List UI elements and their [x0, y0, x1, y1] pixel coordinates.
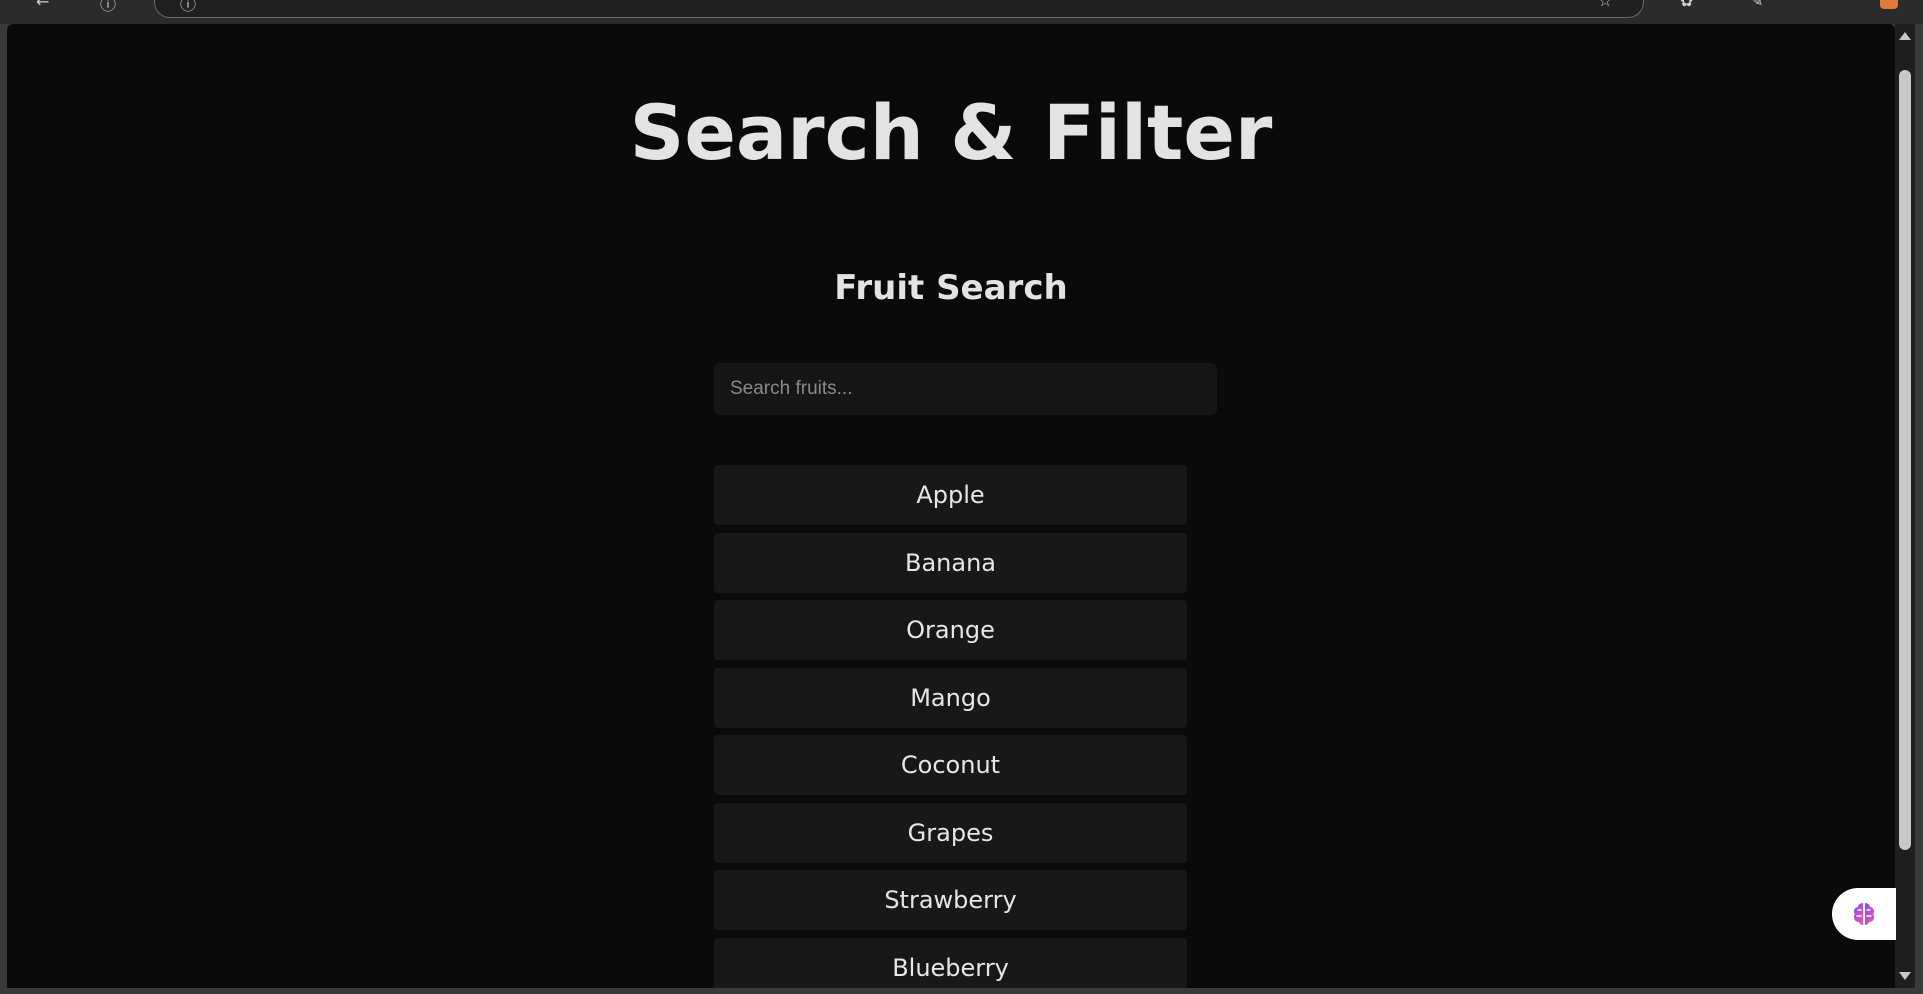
fruit-list-item[interactable]: Strawberry — [714, 870, 1187, 930]
scroll-down-icon[interactable] — [1899, 972, 1911, 980]
search-input[interactable] — [714, 363, 1217, 415]
page-viewport: Search & Filter Fruit Search Apple Banana… — [7, 24, 1895, 988]
address-bar[interactable] — [154, 0, 1644, 18]
section-title: Fruit Search — [834, 268, 1068, 308]
info-icon[interactable]: ⓘ — [100, 0, 116, 15]
fruit-list-item[interactable]: Banana — [714, 532, 1187, 593]
bookmark-star-icon[interactable]: ☆ — [1598, 0, 1612, 10]
profile-icon[interactable] — [1880, 0, 1898, 9]
fruit-list-item[interactable]: Mango — [714, 667, 1187, 728]
extension-icon[interactable]: ✿ — [1680, 0, 1693, 10]
window-frame — [0, 988, 1923, 994]
browser-toolbar: ← ⓘ ⓘ ☆ ✿ ✎ — [0, 0, 1923, 24]
scroll-thumb[interactable] — [1899, 70, 1911, 850]
scroll-up-icon[interactable] — [1899, 32, 1911, 40]
assistant-button[interactable] — [1832, 888, 1896, 940]
back-arrow-icon[interactable]: ← — [36, 0, 49, 11]
fruit-list-item[interactable]: Orange — [714, 600, 1187, 660]
fruit-list-item[interactable]: Blueberry — [714, 937, 1187, 988]
vertical-scrollbar[interactable] — [1895, 24, 1915, 988]
brain-icon — [1854, 903, 1874, 925]
page-title: Search & Filter — [629, 88, 1273, 177]
fruit-list: Apple Banana Orange Mango Coconut Grapes Straw… — [714, 465, 1187, 988]
edit-icon[interactable]: ✎ — [1750, 0, 1763, 10]
fruit-list-item[interactable]: Coconut — [714, 735, 1187, 795]
fruit-list-item[interactable]: Apple — [714, 465, 1187, 525]
fruit-list-item[interactable]: Grapes — [714, 802, 1187, 863]
site-info-icon[interactable]: ⓘ — [180, 0, 196, 15]
